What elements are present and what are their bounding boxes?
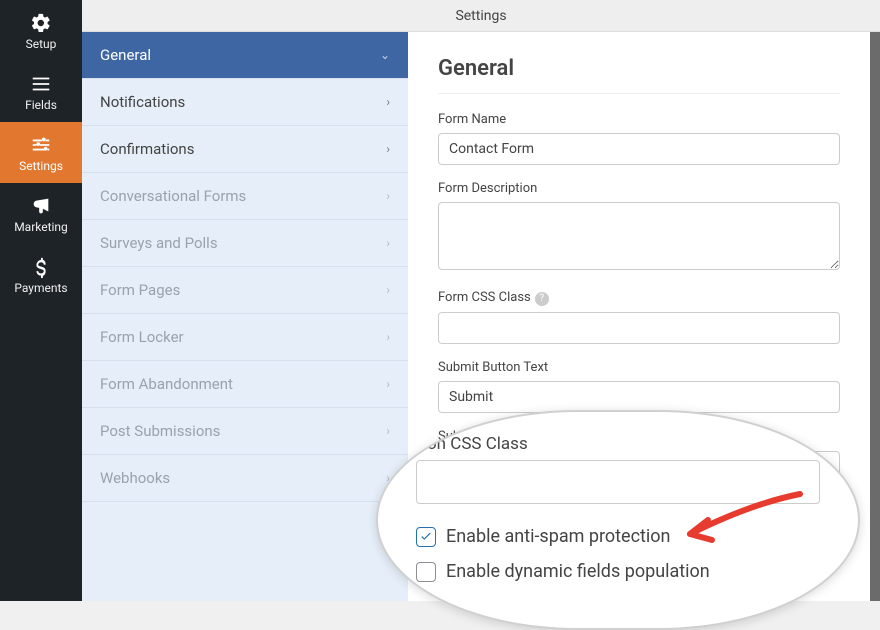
bullhorn-icon [30,195,52,217]
zoom-callout: tton CSS Class Enable anti-spam protecti… [376,410,860,630]
menu-notifications[interactable]: Notifications › [82,79,408,126]
menu-label: Webhooks [100,469,170,487]
chevron-right-icon: › [386,377,390,391]
menu-label: Conversational Forms [100,187,246,205]
page-title: Settings [455,8,506,24]
panel-heading: General [438,56,840,94]
nav-fields[interactable]: Fields [0,61,82,122]
menu-conversational-forms[interactable]: Conversational Forms › [82,173,408,220]
form-name-input[interactable] [438,133,840,165]
form-css-field: Form CSS Class? [438,290,840,344]
zoom-css-class-label: tton CSS Class [416,434,820,454]
menu-general[interactable]: General ⌄ [82,32,408,79]
dynamic-fields-label: Enable dynamic fields population [446,561,710,582]
chevron-right-icon: › [386,283,390,297]
checkbox-checked-icon [416,527,436,547]
menu-form-locker[interactable]: Form Locker › [82,314,408,361]
form-css-input[interactable] [438,312,840,344]
chevron-down-icon: ⌄ [380,48,390,62]
menu-label: Confirmations [100,140,194,158]
submit-text-field: Submit Button Text [438,360,840,413]
nav-settings[interactable]: Settings [0,122,82,183]
nav-payments[interactable]: Payments [0,244,82,305]
left-nav: Setup Fields Settings Marketing Payments [0,0,82,601]
nav-marketing[interactable]: Marketing [0,183,82,244]
form-name-field: Form Name [438,112,840,165]
antispam-checkbox-row[interactable]: Enable anti-spam protection [416,526,820,547]
chevron-right-icon: › [386,142,390,156]
nav-setup[interactable]: Setup [0,0,82,61]
nav-label: Setup [26,37,57,51]
menu-webhooks[interactable]: Webhooks › [82,455,408,502]
menu-label: Form Pages [100,281,180,299]
chevron-right-icon: › [386,189,390,203]
menu-post-submissions[interactable]: Post Submissions › [82,408,408,455]
nav-label: Settings [19,159,63,173]
submit-text-input[interactable] [438,381,840,413]
dynamic-fields-checkbox-row[interactable]: Enable dynamic fields population [416,561,820,582]
settings-menu: General ⌄ Notifications › Confirmations … [82,32,408,601]
chevron-right-icon: › [386,330,390,344]
chevron-right-icon: › [386,95,390,109]
help-icon[interactable]: ? [535,292,549,306]
menu-label: Surveys and Polls [100,234,218,252]
menu-form-pages[interactable]: Form Pages › [82,267,408,314]
form-name-label: Form Name [438,112,840,127]
top-bar: Settings [82,0,880,32]
nav-label: Payments [14,281,67,295]
checkbox-unchecked-icon [416,562,436,582]
dollar-icon [30,256,52,278]
form-description-input[interactable] [438,202,840,270]
list-icon [30,73,52,95]
menu-form-abandonment[interactable]: Form Abandonment › [82,361,408,408]
menu-label: Post Submissions [100,422,220,440]
form-description-field: Form Description [438,181,840,274]
menu-label: Form Abandonment [100,375,233,393]
antispam-label: Enable anti-spam protection [446,526,671,547]
form-description-label: Form Description [438,181,840,196]
chevron-right-icon: › [386,236,390,250]
sliders-icon [30,134,52,156]
nav-label: Marketing [14,220,68,234]
chevron-right-icon: › [386,424,390,438]
nav-label: Fields [25,98,57,112]
menu-label: Notifications [100,93,185,111]
menu-surveys-polls[interactable]: Surveys and Polls › [82,220,408,267]
menu-label: Form Locker [100,328,184,346]
zoom-css-class-input[interactable] [416,460,820,504]
gear-icon [30,12,52,34]
submit-text-label: Submit Button Text [438,360,840,375]
menu-confirmations[interactable]: Confirmations › [82,126,408,173]
form-css-label: Form CSS Class? [438,290,840,306]
menu-label: General [100,46,151,64]
